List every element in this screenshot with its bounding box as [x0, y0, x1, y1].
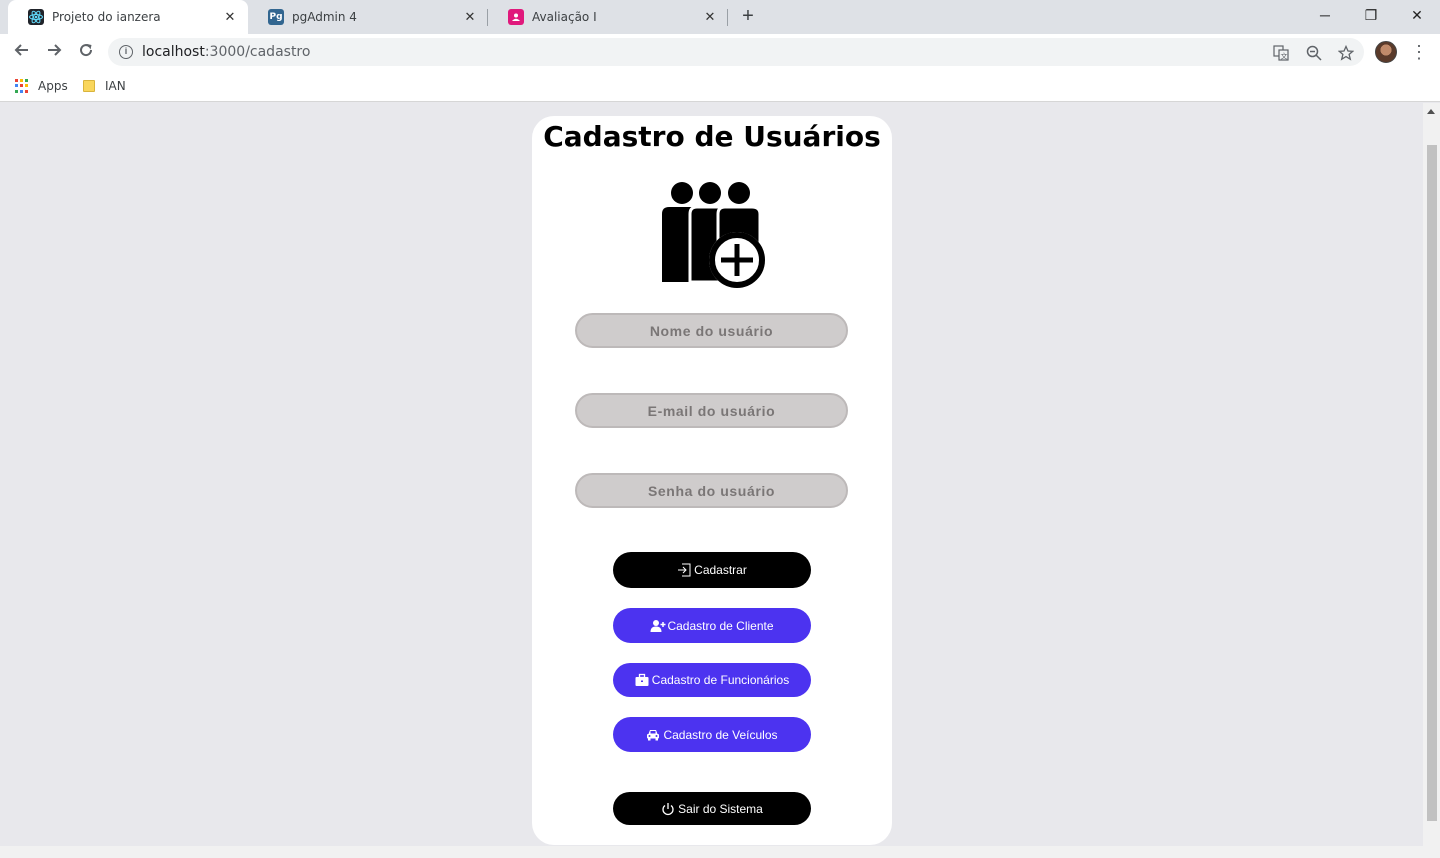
bookmark-label: IAN: [105, 79, 126, 93]
bookmark-apps[interactable]: Apps: [15, 76, 68, 96]
cadastro-cliente-label: Cadastro de Cliente: [667, 618, 774, 633]
sair-button[interactable]: Sair do Sistema: [613, 792, 811, 825]
horizontal-scrollbar[interactable]: [0, 846, 1423, 858]
info-icon[interactable]: i: [119, 45, 133, 59]
tab-avaliacao[interactable]: Avaliação I ✕: [488, 0, 728, 34]
tab-close-icon[interactable]: ✕: [462, 10, 478, 25]
tab-separator: [727, 9, 728, 26]
users-add-icon: [660, 178, 772, 290]
cadastrar-label: Cadastrar: [694, 563, 747, 577]
cadastro-veiculos-button[interactable]: Cadastro de Veículos: [613, 717, 811, 752]
url-path: :3000/cadastro: [204, 44, 311, 60]
bookmark-star-icon[interactable]: [1337, 44, 1355, 61]
sign-in-icon: [677, 563, 691, 577]
folder-icon: [83, 80, 95, 92]
svg-text:文: 文: [1281, 52, 1288, 61]
cadastro-funcionarios-button[interactable]: Cadastro de Funcionários: [613, 663, 811, 697]
reload-icon[interactable]: [74, 40, 98, 64]
cadastro-cliente-button[interactable]: Cadastro de Cliente: [613, 608, 811, 643]
translate-icon[interactable]: 文: [1273, 45, 1289, 61]
cadastro-veiculos-label: Cadastro de Veículos: [663, 727, 778, 742]
cadastrar-button[interactable]: Cadastrar: [613, 552, 811, 588]
cadastro-funcionarios-label: Cadastro de Funcionários: [651, 673, 790, 687]
page-viewport: Cadastro de Usuários Nome do usuário E-m…: [0, 103, 1440, 858]
user-plus-icon: [650, 619, 666, 633]
tab-pgadmin[interactable]: Pg pgAdmin 4 ✕: [248, 0, 488, 34]
scroll-up-arrow-icon[interactable]: [1427, 109, 1435, 114]
close-window-icon[interactable]: ✕: [1402, 4, 1432, 26]
briefcase-icon: [635, 673, 649, 687]
scrollbar-thumb[interactable]: [1427, 145, 1437, 821]
zoom-out-icon[interactable]: [1306, 45, 1322, 61]
tab-title: Projeto do ianzera: [52, 10, 161, 24]
react-icon: [28, 9, 44, 25]
tab-title: Avaliação I: [532, 10, 597, 24]
bookmarks-bar: Apps IAN: [0, 70, 1440, 102]
url-host: localhost: [142, 44, 205, 60]
more-menu-icon[interactable]: ⋮: [1410, 40, 1428, 64]
address-bar[interactable]: i localhost:3000/cadastro 文: [108, 38, 1364, 66]
pgadmin-icon: Pg: [268, 9, 284, 25]
power-icon: [661, 802, 675, 816]
car-icon: [646, 728, 660, 742]
vertical-scrollbar[interactable]: [1423, 103, 1440, 858]
bookmark-label: Apps: [38, 79, 68, 93]
password-field[interactable]: [575, 473, 848, 508]
restore-icon[interactable]: ❐: [1356, 4, 1386, 26]
sair-label: Sair do Sistema: [678, 801, 763, 816]
contact-icon: [508, 9, 524, 25]
url-text: localhost:3000/cadastro: [142, 44, 310, 60]
apps-grid-icon: [15, 79, 29, 93]
tab-title: pgAdmin 4: [292, 10, 357, 24]
tab-close-icon[interactable]: ✕: [702, 10, 718, 25]
bookmark-ian[interactable]: IAN: [83, 76, 126, 96]
profile-avatar[interactable]: [1375, 41, 1397, 63]
new-tab-plus-icon[interactable]: +: [738, 5, 758, 29]
tab-close-icon[interactable]: ✕: [222, 10, 238, 25]
forward-arrow-icon[interactable]: [42, 40, 66, 64]
email-field[interactable]: [575, 393, 848, 428]
username-field[interactable]: [575, 313, 848, 348]
tab-projeto[interactable]: Projeto do ianzera ✕: [8, 0, 248, 34]
browser-toolbar: i localhost:3000/cadastro 文 ⋮: [0, 34, 1440, 70]
minimize-icon[interactable]: ─: [1310, 4, 1340, 26]
tab-strip: Projeto do ianzera ✕ Pg pgAdmin 4 ✕ Aval…: [0, 0, 1440, 34]
page-title: Cadastro de Usuários: [543, 120, 881, 153]
back-arrow-icon[interactable]: [10, 40, 34, 64]
register-card: Cadastro de Usuários Nome do usuário E-m…: [532, 116, 892, 845]
